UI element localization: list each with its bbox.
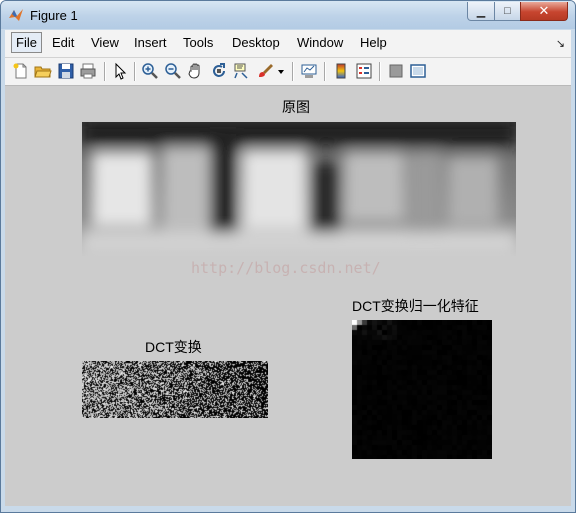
save-figure-icon[interactable] — [57, 62, 75, 80]
zoom-in-icon[interactable] — [141, 62, 159, 80]
matlab-icon — [9, 9, 23, 21]
original-image-axes[interactable] — [82, 122, 516, 256]
window-title: Figure 1 — [30, 8, 78, 23]
insert-colorbar-icon[interactable] — [332, 62, 350, 80]
print-figure-icon[interactable] — [79, 62, 97, 80]
dock-arrow-icon[interactable]: ↘ — [556, 37, 565, 50]
dct-coefficients-axes[interactable] — [82, 361, 268, 418]
menu-bar: File Edit View Insert Tools Desktop Wind… — [5, 30, 571, 58]
menu-edit[interactable]: Edit — [52, 35, 74, 50]
title-bar[interactable]: Figure 1 ▁ □ ✕ — [1, 1, 575, 29]
close-button[interactable]: ✕ — [520, 2, 568, 21]
menu-desktop[interactable]: Desktop — [232, 35, 280, 50]
toolbar-separator — [134, 62, 136, 81]
menu-window[interactable]: Window — [297, 35, 343, 50]
zoom-out-icon[interactable] — [164, 62, 182, 80]
watermark-text: http://blog.csdn.net/ — [191, 259, 381, 277]
menu-help[interactable]: Help — [360, 35, 387, 50]
figure-window: Figure 1 ▁ □ ✕ File Edit View Insert Too… — [0, 0, 576, 513]
axes-title-dct: DCT变换 — [145, 339, 202, 355]
edit-plot-arrow-icon[interactable] — [111, 62, 129, 80]
menu-view[interactable]: View — [91, 35, 119, 50]
axes-title-original: 原图 — [282, 99, 310, 115]
brush-dropdown-icon[interactable] — [276, 62, 286, 80]
pan-hand-icon[interactable] — [187, 62, 205, 80]
toolbar-separator — [104, 62, 106, 81]
brush-icon[interactable] — [256, 62, 274, 80]
minimize-icon: ▁ — [476, 5, 486, 18]
dct-normalized-features-axes[interactable] — [352, 320, 492, 459]
maximize-button[interactable]: □ — [494, 2, 521, 21]
new-figure-icon[interactable] — [12, 62, 30, 80]
open-file-icon[interactable] — [34, 62, 52, 80]
menu-tools[interactable]: Tools — [183, 35, 213, 50]
minimize-button[interactable]: ▁ — [467, 2, 495, 21]
link-plot-icon[interactable] — [300, 62, 318, 80]
show-plot-tools-icon[interactable] — [409, 62, 427, 80]
axes-title-dct-normalized: DCT变换归一化特征 — [352, 298, 479, 314]
hide-plot-tools-icon[interactable] — [387, 62, 405, 80]
toolbar-separator — [379, 62, 381, 81]
original-image-content — [82, 122, 516, 256]
toolbar-separator — [324, 62, 326, 81]
maximize-icon: □ — [504, 5, 511, 17]
menu-insert[interactable]: Insert — [134, 35, 167, 50]
rotate-3d-icon[interactable] — [210, 62, 228, 80]
menu-file[interactable]: File — [11, 32, 42, 53]
close-icon: ✕ — [538, 3, 550, 18]
toolbar-separator — [292, 62, 294, 81]
insert-legend-icon[interactable] — [355, 62, 373, 80]
figure-toolbar — [5, 58, 571, 86]
data-cursor-icon[interactable] — [233, 62, 251, 80]
